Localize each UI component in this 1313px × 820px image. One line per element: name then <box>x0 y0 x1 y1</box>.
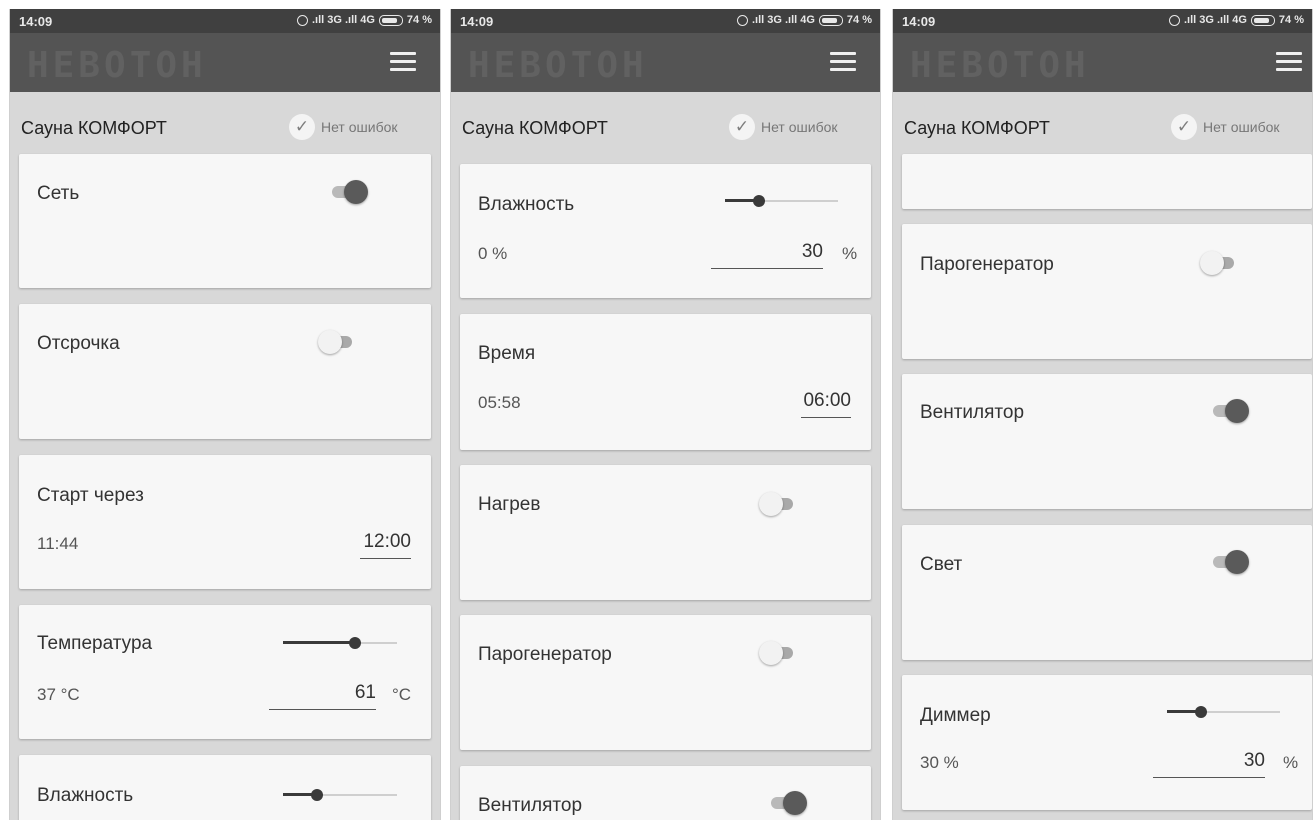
card-label: Диммер <box>920 705 991 726</box>
device-header: Сауна КОМФОРТ ✓ Нет ошибок <box>451 92 880 154</box>
card-start-after: Старт через 11:44 12:00 <box>19 455 431 589</box>
humidity-slider[interactable] <box>283 787 397 803</box>
dimmer-input[interactable]: 30 <box>1153 750 1265 778</box>
alarm-icon <box>736 14 748 26</box>
signal-icon: .ıll 3G .ıll 4G <box>751 14 815 26</box>
card-label: Вентилятор <box>920 402 1025 423</box>
error-status: ✓ Нет ошибок <box>289 114 398 140</box>
battery-level: 74 % <box>406 14 432 26</box>
battery-level: 74 % <box>846 14 872 26</box>
signal-icon: .ıll 3G .ıll 4G <box>311 14 375 26</box>
card-label: Температура <box>37 633 153 654</box>
battery-icon <box>818 14 843 26</box>
card-label: Отсрочка <box>37 333 120 354</box>
humidity-unit: % <box>842 244 858 263</box>
time-input[interactable]: 06:00 <box>801 390 851 418</box>
battery-level: 74 % <box>1278 14 1304 26</box>
temperature-input[interactable]: 61 <box>269 682 376 710</box>
card-label: Старт через <box>37 485 144 506</box>
status-text: Нет ошибок <box>761 119 838 135</box>
app-logo: НЕВОТОН <box>27 45 207 86</box>
status-bar: 14:09 .ıll 3G .ıll 4G 74 % <box>451 9 880 33</box>
status-time: 14:09 <box>902 14 936 29</box>
check-icon: ✓ <box>729 114 755 140</box>
alarm-icon <box>1168 14 1180 26</box>
card-label: Сеть <box>37 183 80 204</box>
card-network: Сеть <box>19 154 431 288</box>
app-bar: НЕВОТОН <box>893 33 1312 92</box>
card-steam-generator: Парогенератор <box>460 615 871 750</box>
menu-icon[interactable] <box>1276 52 1302 72</box>
card-label: Вентилятор <box>478 795 583 816</box>
app-bar: НЕВОТОН <box>451 33 880 92</box>
status-time: 14:09 <box>460 14 494 29</box>
device-name: Сауна КОМФОРТ <box>21 118 167 138</box>
network-toggle[interactable] <box>328 180 368 204</box>
card-heating: Нагрев <box>460 465 871 600</box>
card-delay: Отсрочка <box>19 304 431 439</box>
current-time: 05:58 <box>478 393 521 412</box>
status-text: Нет ошибок <box>321 119 398 135</box>
status-bar: 14:09 .ıll 3G .ıll 4G 74 % <box>10 9 440 33</box>
phone-screen-3: 14:09 .ıll 3G .ıll 4G 74 % НЕВОТОН Сауна… <box>892 9 1313 820</box>
card-label: Парогенератор <box>920 254 1054 275</box>
start-time-input[interactable]: 12:00 <box>360 531 411 559</box>
status-text: Нет ошибок <box>1203 119 1280 135</box>
current-temperature: 37 °C <box>37 685 80 704</box>
check-icon: ✓ <box>1171 114 1197 140</box>
fan-toggle[interactable] <box>767 791 807 815</box>
error-status: ✓ Нет ошибок <box>729 114 838 140</box>
app-logo: НЕВОТОН <box>910 45 1090 86</box>
card-label: Влажность <box>478 194 575 215</box>
steam-generator-toggle[interactable] <box>1200 251 1240 275</box>
delay-toggle[interactable] <box>318 330 358 354</box>
dimmer-unit: % <box>1283 753 1299 772</box>
error-status: ✓ Нет ошибок <box>1171 114 1280 140</box>
status-bar: 14:09 .ıll 3G .ıll 4G 74 % <box>893 9 1312 33</box>
card-time: Время 05:58 06:00 <box>460 314 871 450</box>
phone-screen-2: 14:09 .ıll 3G .ıll 4G 74 % НЕВОТОН Сауна… <box>450 9 881 820</box>
current-humidity: 0 % <box>478 244 508 263</box>
card-fan: Вентилятор <box>460 766 871 820</box>
card-label: Время <box>478 343 536 364</box>
card-light: Свет <box>902 525 1312 660</box>
fan-toggle[interactable] <box>1209 399 1249 423</box>
card-fan: Вентилятор <box>902 374 1312 509</box>
temperature-unit: °C <box>392 685 412 704</box>
phone-screen-1: 14:09 .ıll 3G .ıll 4G 74 % НЕВОТОН Сауна… <box>9 9 441 820</box>
app-bar: НЕВОТОН <box>10 33 440 92</box>
dimmer-slider[interactable] <box>1167 704 1280 720</box>
device-name: Сауна КОМФОРТ <box>904 118 1050 138</box>
card-label: Влажность <box>37 785 134 806</box>
signal-icon: .ıll 3G .ıll 4G <box>1183 14 1247 26</box>
current-dimmer: 30 % <box>920 753 959 772</box>
current-time: 11:44 <box>37 534 79 553</box>
humidity-input[interactable]: 30 <box>711 241 823 269</box>
alarm-icon <box>296 14 308 26</box>
card-label: Парогенератор <box>478 644 612 665</box>
battery-icon <box>378 14 403 26</box>
device-header: Сауна КОМФОРТ ✓ Нет ошибок <box>10 92 440 154</box>
heating-toggle[interactable] <box>759 492 799 516</box>
card-dimmer: Диммер 30 % 30 % <box>902 675 1312 810</box>
steam-generator-toggle[interactable] <box>759 641 799 665</box>
battery-icon <box>1250 14 1275 26</box>
device-name: Сауна КОМФОРТ <box>462 118 608 138</box>
card-humidity: Влажность 0 % 30 % <box>460 164 871 298</box>
check-icon: ✓ <box>289 114 315 140</box>
card-label: Свет <box>920 554 963 575</box>
light-toggle[interactable] <box>1209 550 1249 574</box>
card-steam-generator: Парогенератор <box>902 224 1312 359</box>
card-label: Нагрев <box>478 494 541 515</box>
humidity-slider[interactable] <box>725 193 838 209</box>
card-temperature: Температура 37 °C 61 °C <box>19 605 431 739</box>
status-time: 14:09 <box>19 14 53 29</box>
menu-icon[interactable] <box>830 52 856 72</box>
temperature-slider[interactable] <box>283 635 397 651</box>
app-logo: НЕВОТОН <box>468 45 648 86</box>
device-header: Сауна КОМФОРТ ✓ Нет ошибок <box>893 92 1312 154</box>
menu-icon[interactable] <box>390 52 416 72</box>
card-humidity: Влажность <box>19 755 431 820</box>
card-partial <box>902 154 1312 209</box>
